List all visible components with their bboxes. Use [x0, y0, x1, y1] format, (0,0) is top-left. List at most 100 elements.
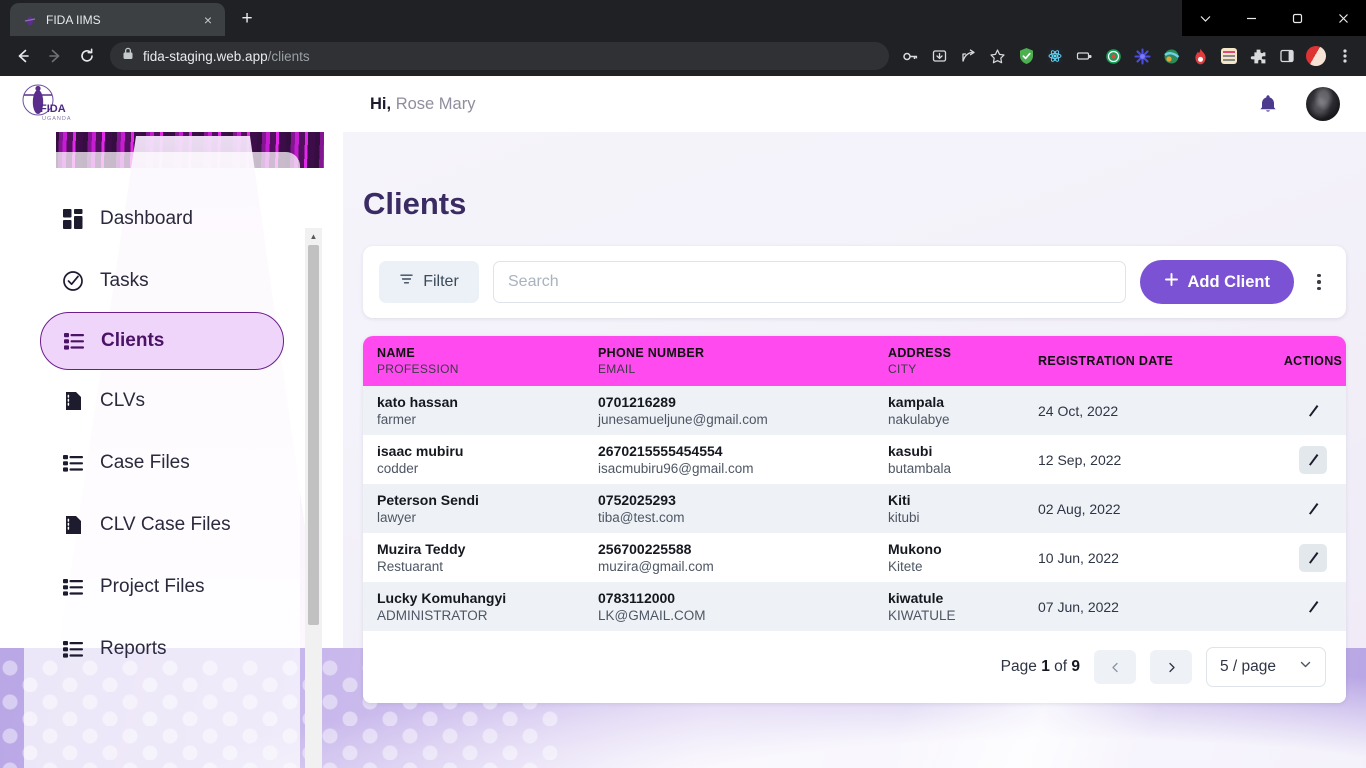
cell-actions	[1253, 533, 1346, 582]
react-devtools-icon[interactable]	[1042, 43, 1068, 69]
profile-avatar-icon[interactable]	[1303, 43, 1329, 69]
adblock-icon[interactable]	[1013, 43, 1039, 69]
page-label-mid: of	[1054, 658, 1068, 675]
sidebar-item-label: Clients	[101, 330, 165, 351]
client-city: butambala	[888, 461, 952, 476]
bookmark-star-icon[interactable]	[984, 43, 1010, 69]
user-name: Rose Mary	[395, 94, 476, 113]
search-input[interactable]	[508, 273, 1111, 291]
client-address: kiwatule	[888, 590, 944, 606]
table-row[interactable]: kato hassan farmer 0701216289 junesamuel…	[363, 386, 1346, 435]
client-address: Kiti	[888, 492, 911, 508]
edit-pencil-icon[interactable]	[1299, 543, 1327, 572]
table-row[interactable]: isaac mubiru codder 2670215555454554 isa…	[363, 435, 1346, 484]
sidebar-item-clvs[interactable]: CLVs	[40, 370, 284, 432]
add-client-button[interactable]: Add Client	[1139, 260, 1294, 304]
client-name: Muzira Teddy	[377, 541, 466, 557]
sidepanel-icon[interactable]	[1274, 43, 1300, 69]
cell-address: Kiti kitubi	[888, 484, 1038, 533]
globe-icon[interactable]	[1158, 43, 1184, 69]
client-email: junesamueljune@gmail.com	[598, 412, 768, 427]
next-page-button[interactable]	[1150, 650, 1192, 684]
table-body: kato hassan farmer 0701216289 junesamuel…	[363, 386, 1346, 631]
column-name[interactable]: NAME PROFESSION	[363, 336, 598, 386]
edit-pencil-icon[interactable]	[1299, 593, 1327, 621]
page-viewport: FIDA UGANDA Hi, Rose Mary Dashboard Task…	[0, 76, 1366, 768]
reload-icon[interactable]	[72, 41, 102, 71]
column-address[interactable]: ADDRESS CITY	[888, 336, 1038, 386]
edit-pencil-icon[interactable]	[1299, 445, 1327, 474]
cell-address: kiwatule KIWATULE	[888, 582, 1038, 631]
close-tab-icon[interactable]: ×	[199, 11, 217, 29]
scrollbar-thumb[interactable]	[308, 245, 319, 625]
fida-logo[interactable]: FIDA UGANDA	[6, 82, 88, 126]
column-registration-date[interactable]: REGISTRATION DATE	[1038, 336, 1253, 386]
asterisk-icon[interactable]	[1129, 43, 1155, 69]
column-title: PHONE NUMBER	[598, 346, 705, 360]
sidebar-scrollbar[interactable]: ▲ ▼	[305, 228, 322, 768]
column-phone[interactable]: PHONE NUMBER EMAIL	[598, 336, 888, 386]
add-client-label: Add Client	[1187, 272, 1271, 291]
column-actions: ACTIONS	[1253, 336, 1346, 386]
chrome-menu-icon[interactable]	[1332, 43, 1358, 69]
filter-button[interactable]: Filter	[379, 261, 479, 303]
browser-tab[interactable]: FIDA IIMS ×	[10, 3, 225, 36]
install-icon[interactable]	[926, 43, 952, 69]
avatar[interactable]	[1306, 87, 1340, 121]
edit-pencil-icon[interactable]	[1299, 495, 1327, 523]
minimize-icon[interactable]	[1228, 0, 1274, 36]
puzzle-icon[interactable]	[1245, 43, 1271, 69]
sidebar-item-dashboard[interactable]: Dashboard	[40, 188, 284, 250]
table-row[interactable]: Muzira Teddy Restuarant 256700225588 muz…	[363, 533, 1346, 582]
ring-icon[interactable]	[1100, 43, 1126, 69]
share-icon[interactable]	[955, 43, 981, 69]
client-address: kasubi	[888, 443, 933, 459]
notes-icon[interactable]	[1216, 43, 1242, 69]
browser-window: FIDA IIMS × + fida-staging.web.app/clien…	[0, 0, 1366, 768]
cell-phone: 0783112000 LK@GMAIL.COM	[598, 582, 888, 631]
table-row[interactable]: Lucky Komuhangyi ADMINISTRATOR 078311200…	[363, 582, 1346, 631]
close-icon[interactable]	[1320, 0, 1366, 36]
sidebar-item-label: CLVs	[100, 390, 146, 411]
scroll-up-icon[interactable]: ▲	[305, 228, 322, 245]
forward-icon[interactable]	[40, 41, 70, 71]
column-title: NAME	[377, 346, 416, 360]
sidebar-item-case-files[interactable]: Case Files	[40, 432, 284, 494]
sidebar-item-clients[interactable]: Clients	[40, 312, 284, 370]
cell-phone: 2670215555454554 isacmubiru96@gmail.com	[598, 435, 888, 484]
client-registration-date: 12 Sep, 2022	[1038, 451, 1122, 468]
window-controls	[1182, 0, 1366, 36]
chevron-down-icon[interactable]	[1182, 0, 1228, 36]
toolbar-icons	[897, 43, 1358, 69]
notification-bell-icon[interactable]	[1256, 92, 1280, 116]
fire-icon[interactable]	[1187, 43, 1213, 69]
client-city: kitubi	[888, 510, 920, 525]
sidebar-item-clv-case-files[interactable]: CLV Case Files	[40, 494, 284, 556]
search-field[interactable]	[493, 261, 1126, 303]
prev-page-button[interactable]	[1094, 650, 1136, 684]
sidebar-item-reports[interactable]: Reports	[40, 618, 284, 680]
sidebar-item-label: Reports	[100, 638, 167, 659]
lock-icon	[122, 47, 134, 65]
greeting-prefix: Hi,	[370, 94, 392, 113]
table-toolbar: Filter Add Client	[363, 246, 1346, 318]
kebab-menu-icon[interactable]	[1308, 263, 1330, 301]
key-icon[interactable]	[897, 43, 923, 69]
per-page-select[interactable]: 5 / page	[1206, 647, 1326, 687]
table-row[interactable]: Peterson Sendi lawyer 0752025293 tiba@te…	[363, 484, 1346, 533]
maximize-icon[interactable]	[1274, 0, 1320, 36]
sidebar-item-tasks[interactable]: Tasks	[40, 250, 284, 312]
back-icon[interactable]	[8, 41, 38, 71]
dashboard-grid-icon	[62, 208, 84, 230]
edit-pencil-icon[interactable]	[1299, 397, 1327, 425]
sidebar-item-label: Tasks	[100, 270, 149, 291]
list-rows-icon	[62, 638, 84, 660]
client-registration-date: 24 Oct, 2022	[1038, 402, 1119, 419]
cell-actions	[1253, 435, 1346, 484]
new-tab-button[interactable]: +	[233, 5, 261, 33]
column-title: ACTIONS	[1283, 354, 1343, 368]
extension-icon[interactable]	[1071, 43, 1097, 69]
address-bar[interactable]: fida-staging.web.app/clients	[110, 42, 889, 70]
client-email: muzira@gmail.com	[598, 559, 714, 574]
sidebar-item-project-files[interactable]: Project Files	[40, 556, 284, 618]
